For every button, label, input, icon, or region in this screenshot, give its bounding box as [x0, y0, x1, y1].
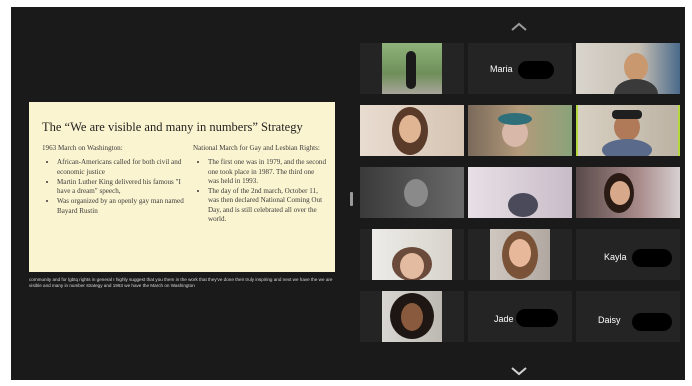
participant-video: [576, 167, 680, 218]
participant-tile[interactable]: [360, 167, 464, 218]
person-body: [614, 79, 658, 94]
right-bullet: The first one was in 1979, and the secon…: [208, 158, 327, 186]
person-hair: [498, 113, 532, 125]
left-heading: 1963 March on Washington:: [42, 144, 123, 152]
participant-tile[interactable]: [576, 43, 680, 94]
right-heading: National March for Gay and Lesbian Right…: [193, 144, 320, 152]
participant-tile[interactable]: [468, 167, 572, 218]
participant-name: Maria: [490, 64, 513, 74]
left-bullet: African-Americans called for both civil …: [57, 158, 188, 177]
left-bullet: Was organized by an openly gay man named…: [57, 197, 188, 216]
right-bullet: The day of the 2nd march, October 11, wa…: [208, 187, 327, 224]
participant-tile[interactable]: Kayla: [576, 229, 680, 280]
participant-video: [360, 167, 464, 218]
redaction-bar: [632, 249, 672, 267]
live-caption: community and for lgbtq rights in genera…: [29, 277, 333, 288]
participant-tile[interactable]: Daisy: [576, 291, 680, 342]
person-face: [404, 179, 428, 207]
slide-left-column: 1963 March on Washington: African-Americ…: [42, 144, 188, 217]
participant-tile[interactable]: [576, 167, 680, 218]
person-body: [602, 139, 652, 156]
person-face: [624, 53, 648, 81]
person-face: [400, 253, 424, 279]
participant-tile[interactable]: [360, 105, 464, 156]
person-figure: [406, 51, 416, 89]
panel-resize-handle[interactable]: [350, 192, 353, 206]
participant-tile[interactable]: Jade: [468, 291, 572, 342]
left-bullet: Martin Luther King delivered his famous …: [57, 178, 188, 197]
person-cap: [612, 110, 642, 119]
redaction-bar: [516, 309, 558, 327]
participant-video: [490, 229, 550, 280]
person-face: [610, 181, 630, 205]
slide-right-column: National March for Gay and Lesbian Right…: [193, 144, 327, 225]
participant-name: Daisy: [598, 315, 621, 325]
person-face: [399, 115, 421, 143]
shared-slide: The “We are visible and many in numbers”…: [29, 102, 335, 272]
participant-tile[interactable]: Maria: [468, 43, 572, 94]
person-face: [401, 303, 423, 331]
participant-video: [382, 291, 442, 342]
participant-tile[interactable]: [360, 229, 464, 280]
participant-video: [576, 43, 680, 94]
participant-video: [372, 229, 452, 280]
participant-name: Kayla: [604, 252, 627, 262]
chevron-up-icon[interactable]: [508, 20, 530, 34]
participant-video: [360, 105, 464, 156]
chevron-down-icon[interactable]: [508, 364, 530, 378]
slide-title: The “We are visible and many in numbers”…: [42, 120, 303, 134]
participant-tile-active-speaker[interactable]: [576, 105, 680, 156]
participant-tile[interactable]: [360, 43, 464, 94]
person-face: [509, 239, 531, 267]
redaction-bar: [518, 61, 554, 79]
participant-tile[interactable]: [360, 291, 464, 342]
participant-video: [382, 43, 442, 94]
person-figure: [508, 193, 538, 217]
redaction-bar: [632, 313, 672, 331]
participant-video: [468, 167, 572, 218]
participant-video: [468, 105, 572, 156]
participant-tile[interactable]: [468, 229, 572, 280]
participant-video: [578, 105, 678, 156]
participant-name: Jade: [494, 314, 514, 324]
participant-tile[interactable]: [468, 105, 572, 156]
